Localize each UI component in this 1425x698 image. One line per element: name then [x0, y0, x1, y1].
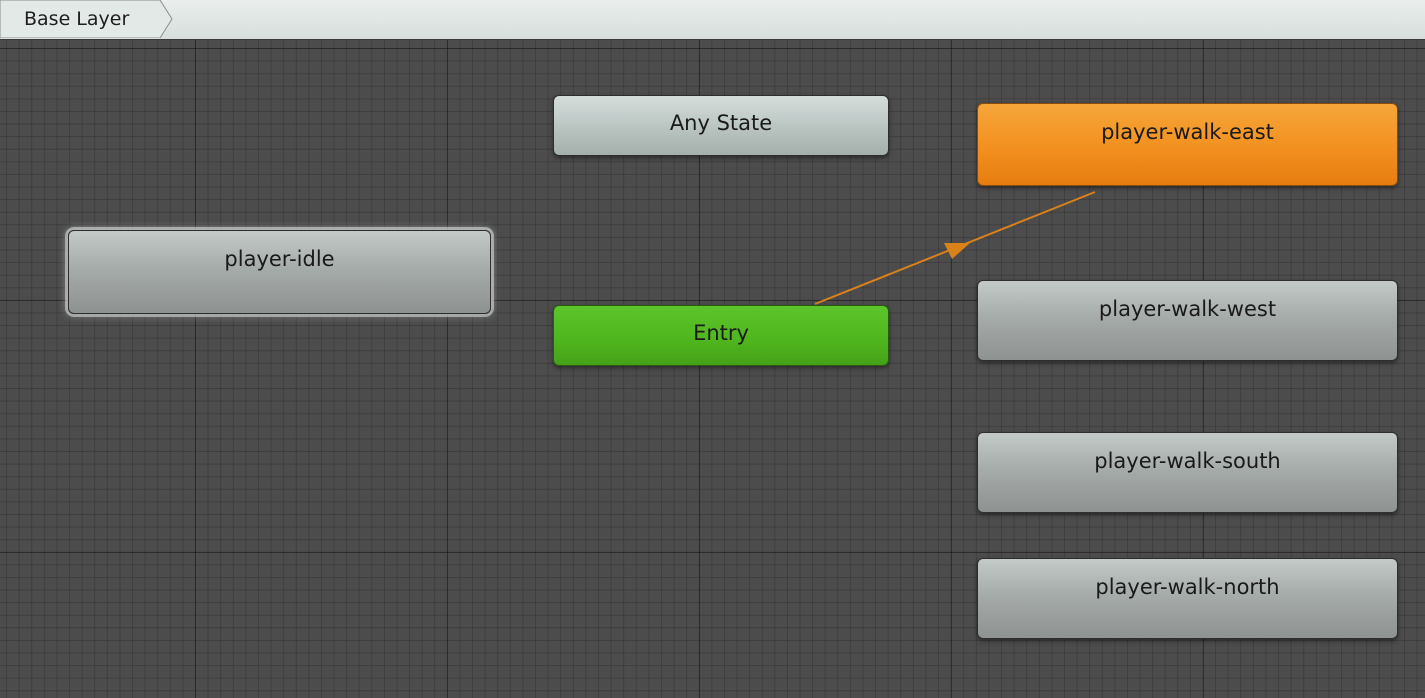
animator-window: Base Layer Any State player-idle Entry p… [0, 0, 1425, 698]
state-label: player-walk-east [1101, 120, 1274, 144]
state-label: Any State [669, 111, 773, 135]
state-entry[interactable]: Entry [553, 305, 889, 366]
state-player-walk-south[interactable]: player-walk-south [977, 432, 1398, 513]
state-player-walk-east[interactable]: player-walk-east [977, 103, 1398, 186]
state-player-idle[interactable]: player-idle [68, 230, 491, 314]
state-label: player-walk-west [1098, 297, 1277, 321]
breadcrumb-label: Base Layer [24, 8, 130, 30]
state-player-walk-north[interactable]: player-walk-north [977, 558, 1398, 639]
breadcrumb-bar: Base Layer [0, 0, 1425, 40]
state-label: player-idle [224, 247, 335, 271]
state-any-state[interactable]: Any State [553, 95, 889, 156]
state-player-walk-west[interactable]: player-walk-west [977, 280, 1398, 361]
state-label: player-walk-south [1094, 449, 1281, 473]
state-label: Entry [693, 321, 749, 345]
state-label: player-walk-north [1095, 575, 1280, 599]
breadcrumb-base-layer[interactable]: Base Layer [0, 0, 175, 38]
